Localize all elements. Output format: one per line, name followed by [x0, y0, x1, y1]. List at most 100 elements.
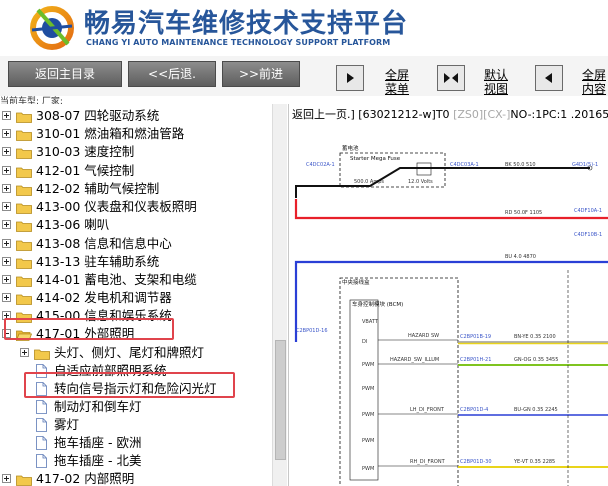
tree-item-label[interactable]: 雾灯	[54, 416, 79, 434]
folder-icon	[16, 110, 32, 123]
app-window: 畅易汽车维修技术支持平台 CHANG YI AUTO MAINTENANCE T…	[0, 0, 608, 486]
tree-item-label[interactable]: 413-00 仪表盘和仪表板照明	[36, 198, 197, 216]
folder-icon	[34, 347, 50, 360]
folder-icon	[16, 473, 32, 486]
connector-c8: C2BP01D-4	[460, 407, 488, 413]
tree-scrollbar-thumb[interactable]	[275, 340, 286, 460]
forward-button[interactable]: >>前进	[222, 61, 300, 87]
rh-di-label: RH_DI_FRONT	[410, 459, 446, 465]
expand-icon[interactable]	[2, 220, 11, 229]
brand-subtitle: CHANG YI AUTO MAINTENANCE TECHNOLOGY SUP…	[86, 38, 391, 47]
folder-icon	[16, 183, 32, 196]
expand-icon[interactable]	[2, 184, 11, 193]
bjb-label: 中央接线盒	[342, 278, 370, 286]
junction-box-outline	[339, 277, 459, 486]
document-icon	[36, 454, 47, 468]
wire-w5: GN-OG 0.35 3455	[514, 357, 558, 363]
connector-c1: C4DC02A-1	[306, 162, 335, 168]
folder-icon	[16, 238, 32, 251]
expand-icon[interactable]	[2, 293, 11, 302]
tree-item-label[interactable]: 拖车插座 - 北美	[54, 452, 141, 470]
fullscreen-content-icon[interactable]	[535, 65, 563, 91]
pwm-label-4: PWM	[362, 438, 374, 444]
folder-icon	[16, 165, 32, 178]
pwm-label-2: PWM	[362, 386, 374, 392]
folder-icon	[16, 292, 32, 305]
expand-icon[interactable]	[2, 129, 11, 138]
wire-w6: BU-GN 0.35 2245	[514, 407, 558, 413]
tree-item-label[interactable]: 413-08 信息和信息中心	[36, 235, 172, 253]
tree-item-label[interactable]: 拖车插座 - 欧洲	[54, 434, 141, 452]
connector-c3: C4DF10A-1	[574, 208, 602, 214]
default-view-icon[interactable]	[437, 65, 465, 91]
tree-item-label[interactable]: 制动灯和倒车灯	[54, 398, 142, 416]
tree-item-label[interactable]: 414-01 蓄电池、支架和电缆	[36, 271, 197, 289]
folder-icon	[16, 256, 32, 269]
default-view-label[interactable]: 默认 视图	[481, 68, 511, 96]
fullscreen-content-label[interactable]: 全屏 内容	[582, 68, 608, 96]
wire-w1: BK 50.0 510	[505, 162, 536, 168]
connector-c4: C4DF10B-1	[574, 232, 602, 238]
wiring-diagram: 蓄电池 Starter Mega Fuse 500.0 Amps 12.0 Vo…	[294, 144, 608, 486]
wire-w4: BN-YE 0.35 2100	[514, 334, 556, 340]
connector-c5: C2BP01D-16	[296, 328, 328, 334]
toolbar: 返回主目录 <<后退. >>前进 全屏 菜单 默认 视图 全屏 内容	[0, 56, 608, 96]
expand-icon[interactable]	[2, 275, 11, 284]
expand-icon[interactable]	[2, 111, 11, 120]
back-home-button[interactable]: 返回主目录	[8, 61, 122, 87]
fuse-box-label: 蓄电池	[342, 144, 359, 152]
expand-icon[interactable]	[2, 257, 11, 266]
connector-c6: C2BP01B-19	[460, 334, 491, 340]
tree-item-label[interactable]: 310-03 速度控制	[36, 143, 134, 161]
tree-view: 308-07 四轮驱动系统 310-01 燃油箱和燃油管路 310-03 速度控制 4…	[0, 104, 289, 486]
expand-icon[interactable]	[2, 147, 11, 156]
red-wire	[294, 199, 608, 220]
voltage-label: 12.0 Volts	[408, 179, 433, 185]
document-icon	[36, 436, 47, 450]
bcm-label: 车身控制模块 (BCM)	[352, 300, 403, 308]
pwm-label-3: PWM	[362, 412, 374, 418]
lh-di-label: LH_DI_FRONT	[410, 407, 445, 413]
tree-item-label[interactable]: 308-07 四轮驱动系统	[36, 107, 159, 125]
hazard-sw-label: HAZARD SW	[408, 333, 439, 339]
document-icon	[36, 418, 47, 432]
tree-item-label[interactable]: 414-02 发电机和调节器	[36, 289, 172, 307]
highlight-turn-signal	[24, 372, 235, 398]
tree-item-label[interactable]: 头灯、侧灯、尾灯和牌照灯	[54, 344, 204, 362]
expand-icon[interactable]	[2, 202, 11, 211]
folder-icon	[16, 146, 32, 159]
connector-c7: C2BP01H-21	[460, 357, 491, 363]
pwm-label-5: PWM	[362, 466, 374, 472]
expand-icon[interactable]	[20, 348, 29, 357]
document-icon	[36, 400, 47, 414]
tree-scrollbar[interactable]	[272, 104, 287, 486]
logo-icon	[30, 6, 74, 50]
tree-item-label[interactable]: 413-13 驻车辅助系统	[36, 253, 159, 271]
header: 畅易汽车维修技术支持平台 CHANG YI AUTO MAINTENANCE T…	[0, 0, 608, 56]
expand-icon[interactable]	[2, 474, 11, 483]
di-label: DI	[362, 339, 367, 345]
highlight-417-01	[4, 318, 174, 340]
folder-icon	[16, 219, 32, 232]
tree-item-label[interactable]: 412-01 气候控制	[36, 162, 134, 180]
connector-c2: C4DC03A-1	[450, 162, 479, 168]
folder-icon	[16, 201, 32, 214]
fullscreen-menu-icon[interactable]	[336, 65, 364, 91]
pwm-label-1: PWM	[362, 362, 374, 368]
diagram-pane: 返回上一页.] [63021212-w]T0 [ZS0][CX-]NO-:1PC…	[290, 104, 608, 486]
tree-item-label[interactable]: 417-02 内部照明	[36, 470, 134, 486]
tree-item-label[interactable]: 310-01 燃油箱和燃油管路	[36, 125, 184, 143]
folder-icon	[16, 274, 32, 287]
back-button[interactable]: <<后退.	[128, 61, 216, 87]
vbatt-label: VBATT	[362, 319, 379, 325]
wire-w2: RD 50.0F 1105	[505, 210, 542, 216]
blue-wire	[294, 260, 608, 342]
tree-item-label[interactable]: 412-02 辅助气候控制	[36, 180, 159, 198]
fullscreen-menu-label[interactable]: 全屏 菜单	[380, 68, 414, 96]
connector-c9: C2BP01D-30	[460, 459, 492, 465]
expand-icon[interactable]	[2, 239, 11, 248]
tree-item-label[interactable]: 413-06 喇叭	[36, 216, 109, 234]
expand-icon[interactable]	[2, 166, 11, 175]
fuse-name-label: Starter Mega Fuse	[350, 156, 401, 162]
folder-icon	[16, 128, 32, 141]
